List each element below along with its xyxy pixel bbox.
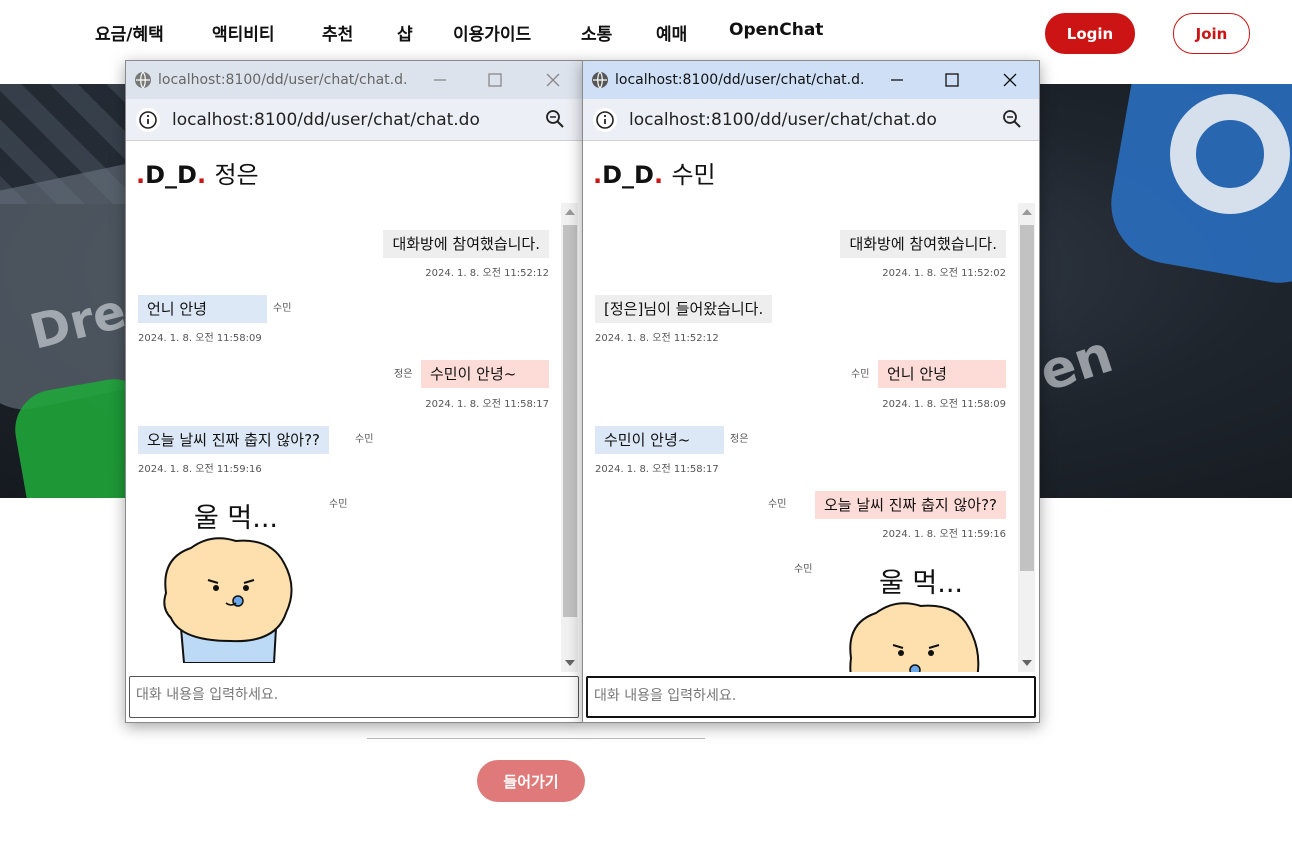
scroll-thumb[interactable] [1020, 225, 1034, 571]
room-user-name: 정은 [214, 161, 259, 189]
minimize-icon[interactable] [429, 69, 451, 91]
globe-icon [135, 71, 151, 89]
nav-item-shop[interactable]: 샵 [397, 20, 413, 45]
sticker-caption: 울 먹... [194, 503, 279, 534]
hero-ring [1170, 94, 1290, 214]
message-sender: 수민 [329, 499, 348, 510]
chat-bubble-mine: 오늘 날씨 진짜 춥지 않아?? [815, 491, 1006, 519]
message-time: 2024. 1. 8. 오전 11:58:17 [595, 464, 719, 475]
system-message: 대화방에 참여했습니다. [383, 230, 549, 258]
window-titlebar[interactable]: localhost:8100/dd/user/chat/chat.d... [126, 61, 582, 99]
address-bar: localhost:8100/dd/user/chat/chat.do [583, 99, 1039, 141]
chat-room-title: .D_D. 수민 [593, 161, 716, 189]
form-divider [367, 738, 705, 739]
message-time: 2024. 1. 8. 오전 11:58:09 [882, 399, 1006, 410]
hero-word: en [1032, 324, 1120, 404]
scroll-down-arrow[interactable] [1022, 660, 1032, 666]
brand-logo: D_D [145, 161, 197, 189]
nav-item-openchat[interactable]: OpenChat [729, 20, 823, 40]
chat-scrollbar[interactable] [1018, 203, 1035, 672]
chat-bubble-other: 수민이 안녕~ [595, 426, 724, 454]
zoom-icon[interactable] [544, 108, 566, 130]
chat-bubble-other: 오늘 날씨 진짜 춥지 않아?? [138, 426, 329, 454]
info-icon[interactable] [593, 108, 617, 132]
message-time: 2024. 1. 8. 오전 11:52:12 [425, 268, 549, 279]
enter-button[interactable]: 들어가기 [477, 760, 585, 802]
close-icon[interactable] [542, 69, 564, 91]
message-input[interactable] [136, 687, 566, 703]
message-sender: 수민 [273, 303, 292, 314]
login-button[interactable]: Login [1045, 13, 1135, 54]
message-sender: 수민 [768, 499, 787, 510]
join-button[interactable]: Join [1173, 13, 1250, 54]
emoticon-sticker: 울 먹... [156, 488, 306, 663]
sticker-caption: 울 먹... [879, 568, 964, 599]
message-time: 2024. 1. 8. 오전 11:52:02 [882, 268, 1006, 279]
chat-bubble-mine: 수민이 안녕~ [421, 360, 549, 388]
chat-popup-right: localhost:8100/dd/user/chat/chat.d... lo… [582, 60, 1040, 723]
close-icon[interactable] [999, 69, 1021, 91]
window-titlebar[interactable]: localhost:8100/dd/user/chat/chat.d... [583, 61, 1039, 99]
address-bar: localhost:8100/dd/user/chat/chat.do [126, 99, 582, 141]
nav-item-guide[interactable]: 이용가이드 [453, 20, 531, 45]
nav-item-activity[interactable]: 액티비티 [212, 20, 275, 45]
address-text[interactable]: localhost:8100/dd/user/chat/chat.do [629, 110, 937, 130]
message-time: 2024. 1. 8. 오전 11:58:09 [138, 333, 262, 344]
scroll-down-arrow[interactable] [565, 660, 575, 666]
chat-bubble-other: 언니 안녕 [138, 295, 267, 323]
minimize-icon[interactable] [886, 69, 908, 91]
room-user-name: 수민 [671, 161, 716, 189]
globe-icon [592, 71, 608, 89]
info-icon[interactable] [136, 108, 160, 132]
message-sender: 수민 [851, 369, 870, 380]
message-sender: 수민 [794, 564, 813, 575]
system-message: 대화방에 참여했습니다. [840, 230, 1006, 258]
maximize-icon[interactable] [941, 69, 963, 91]
message-sender: 정은 [730, 434, 749, 445]
nav-item-pricing[interactable]: 요금/혜택 [95, 20, 164, 45]
system-message: [정은]님이 들어왔습니다. [595, 295, 773, 323]
maximize-icon[interactable] [484, 69, 506, 91]
chat-room-title: .D_D. 정은 [136, 161, 259, 189]
scroll-up-arrow[interactable] [1022, 209, 1032, 215]
scroll-up-arrow[interactable] [565, 209, 575, 215]
window-title: localhost:8100/dd/user/chat/chat.d... [158, 72, 408, 88]
address-text[interactable]: localhost:8100/dd/user/chat/chat.do [172, 110, 480, 130]
nav-item-recommend[interactable]: 추천 [322, 20, 353, 45]
window-title: localhost:8100/dd/user/chat/chat.d... [615, 72, 865, 88]
zoom-icon[interactable] [1001, 108, 1023, 130]
chat-message-list[interactable]: 대화방에 참여했습니다. 2024. 1. 8. 오전 11:52:12 언니 … [126, 203, 582, 672]
chat-scrollbar[interactable] [561, 203, 578, 672]
message-time: 2024. 1. 8. 오전 11:59:16 [882, 529, 1006, 540]
chat-popup-left: localhost:8100/dd/user/chat/chat.d... lo… [125, 60, 583, 723]
nav-item-booking[interactable]: 예매 [656, 20, 687, 45]
emoticon-sticker: 울 먹... [841, 553, 991, 672]
nav-item-community[interactable]: 소통 [581, 20, 612, 45]
chat-bubble-mine: 언니 안녕 [878, 360, 1006, 388]
message-sender: 수민 [355, 434, 374, 445]
message-time: 2024. 1. 8. 오전 11:52:12 [595, 333, 719, 344]
crying-bear-sticker [849, 602, 980, 672]
message-time: 2024. 1. 8. 오전 11:59:16 [138, 464, 262, 475]
message-input-box[interactable] [129, 676, 579, 718]
scroll-thumb[interactable] [563, 225, 577, 617]
message-time: 2024. 1. 8. 오전 11:58:17 [425, 399, 549, 410]
brand-logo: D_D [602, 161, 654, 189]
chat-message-list[interactable]: 대화방에 참여했습니다. 2024. 1. 8. 오전 11:52:02 [정은… [583, 203, 1039, 672]
message-input[interactable] [594, 688, 1024, 704]
crying-bear-sticker [163, 537, 293, 663]
message-input-box[interactable] [586, 676, 1036, 718]
message-sender: 정은 [394, 369, 413, 380]
